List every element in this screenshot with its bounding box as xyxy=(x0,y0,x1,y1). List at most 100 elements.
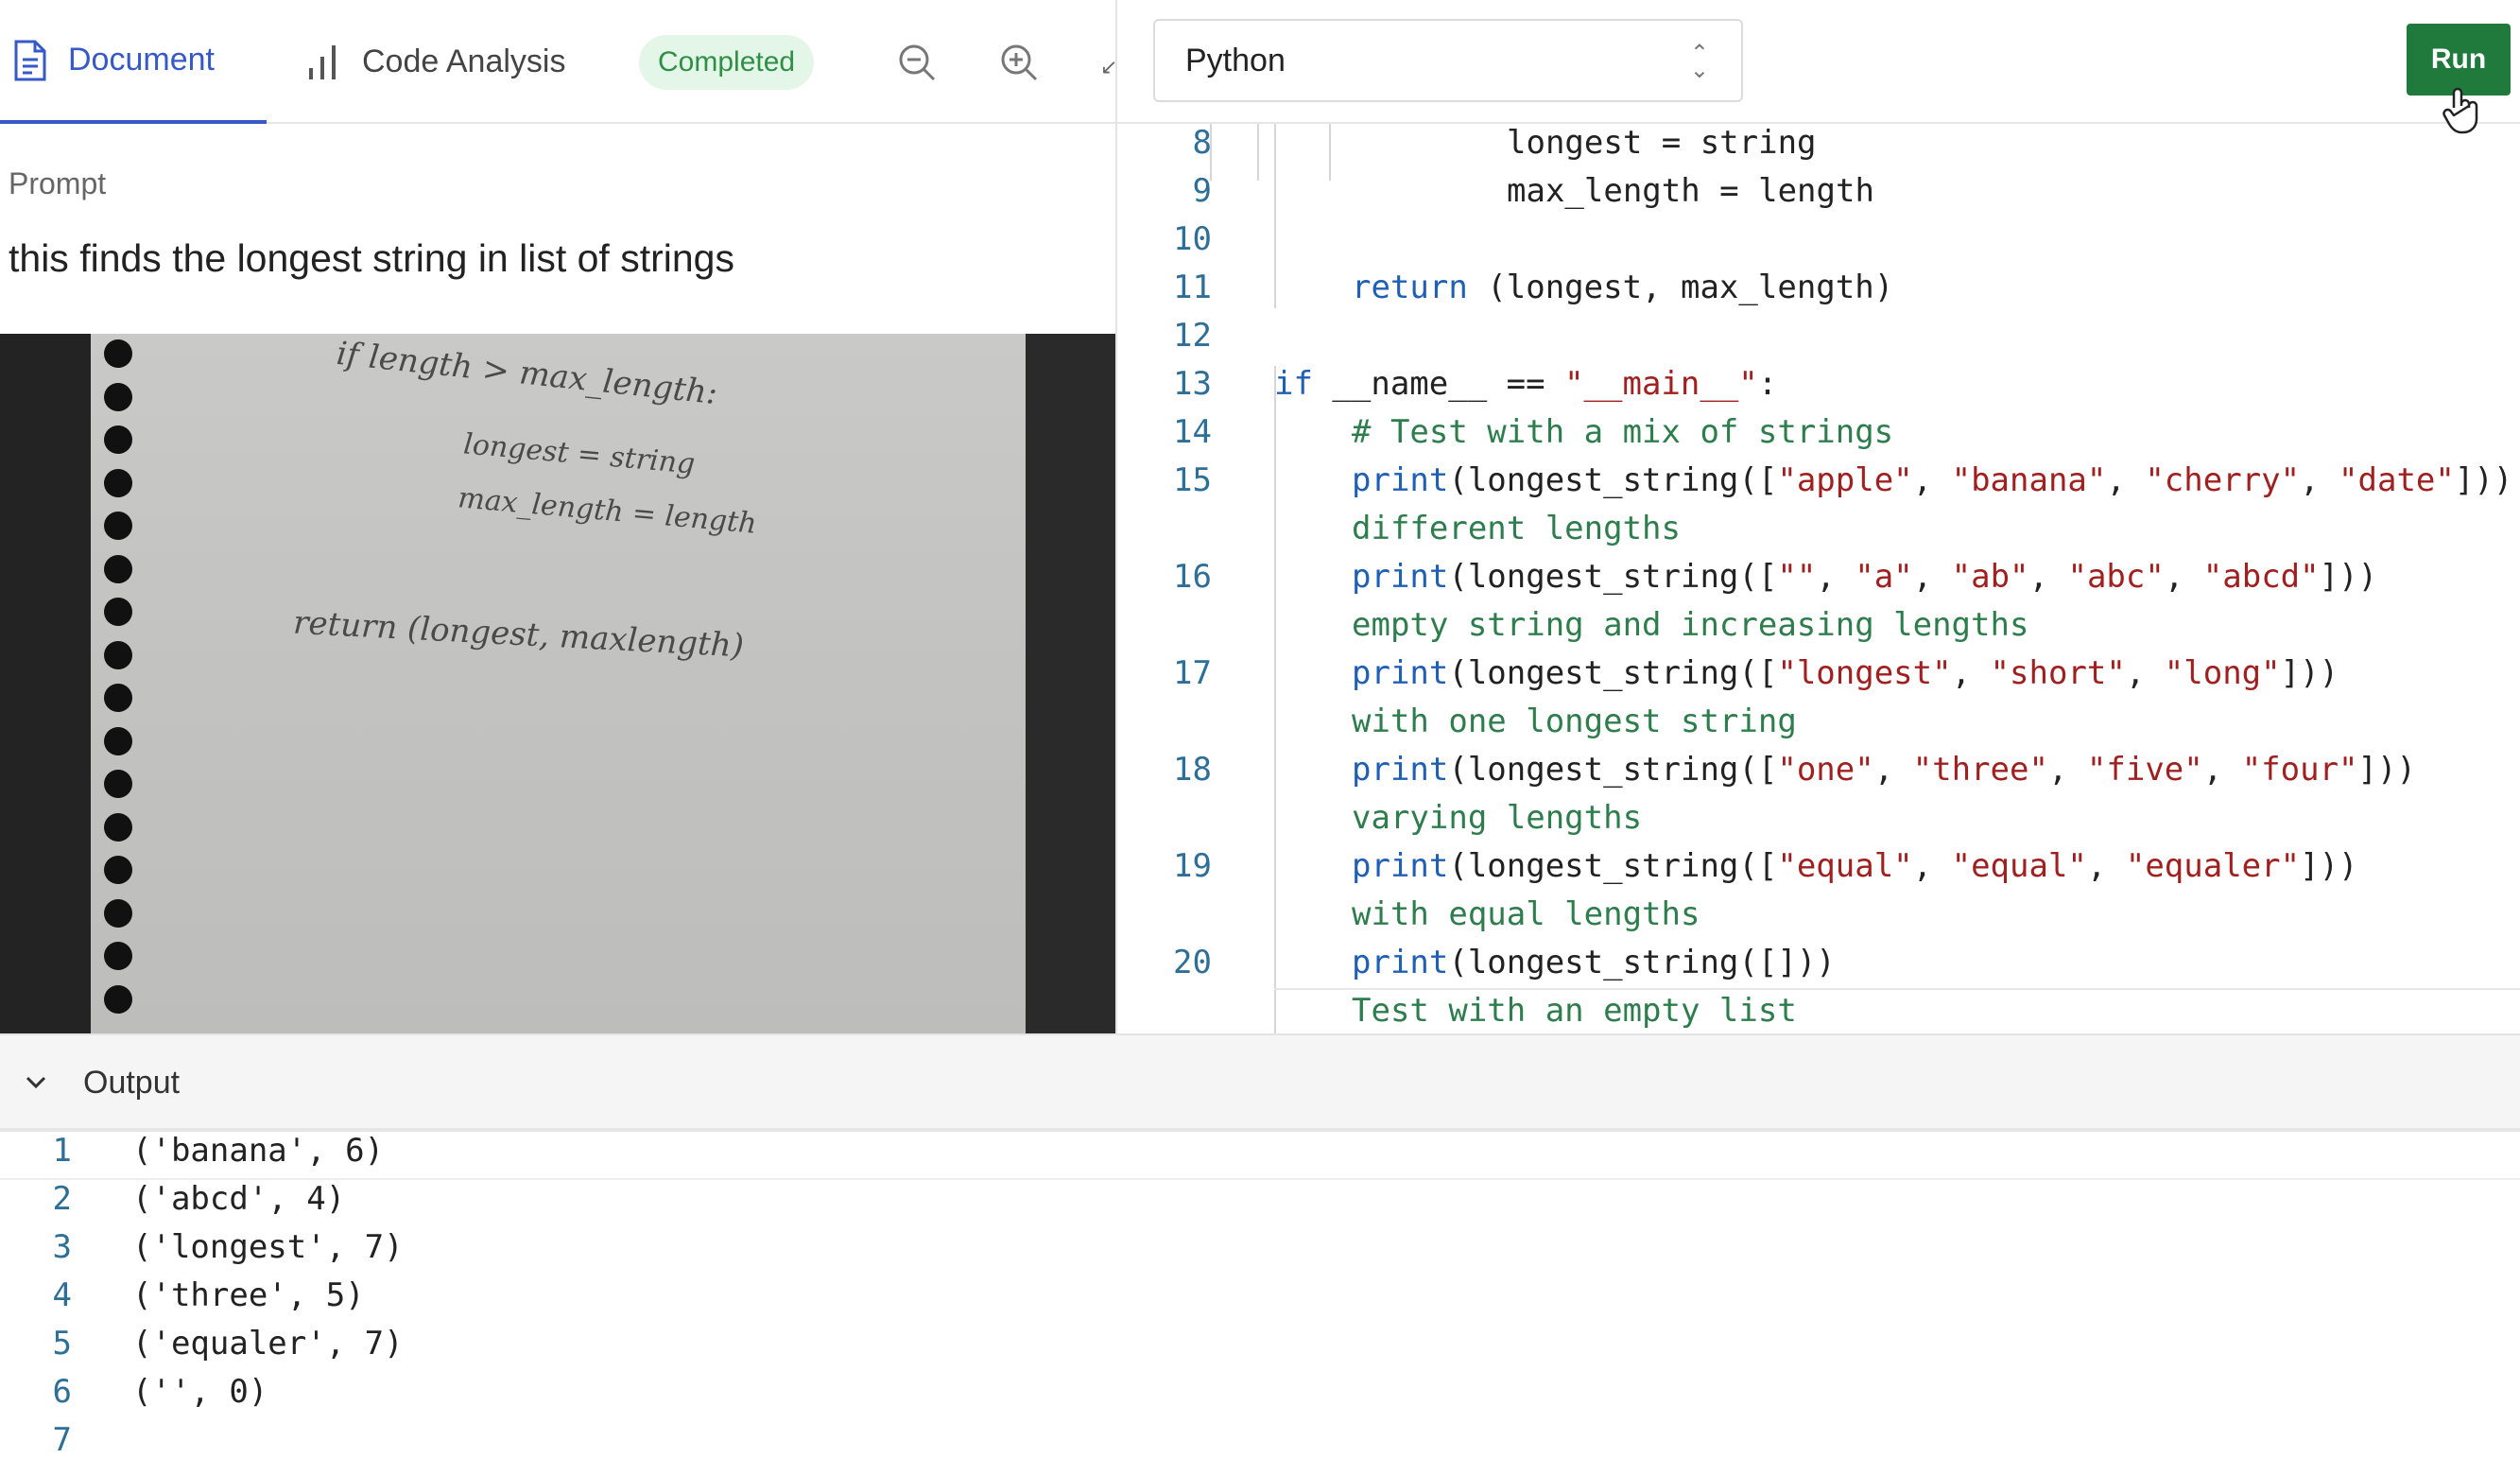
code-token: (longest_string([ xyxy=(1448,558,1778,596)
code-text: varying lengths xyxy=(1352,799,1642,837)
code-token: print xyxy=(1352,558,1449,596)
line-number: 9 xyxy=(1192,172,1212,210)
tab-document[interactable]: Document xyxy=(0,0,267,124)
code-token: max_length = length xyxy=(1507,172,1874,210)
code-token: ])) xyxy=(2454,461,2513,499)
output-console: 1 ('banana', 6) 2 ('abcd', 4) 3 ('longest', 7… xyxy=(0,1132,2520,1475)
output-line-number: 7 xyxy=(52,1421,72,1459)
code-token: ])) xyxy=(2300,847,2358,885)
code-token: (longest, max_length) xyxy=(1467,269,1894,306)
background-desk xyxy=(1026,334,1115,1033)
output-line-number: 2 xyxy=(52,1180,72,1218)
code-token: , xyxy=(2202,751,2242,789)
code-text: empty string and increasing lengths xyxy=(1352,606,2028,644)
spiral-hole xyxy=(104,812,132,842)
output-line: 5 ('equaler', 7) xyxy=(0,1325,2520,1373)
line-number: 13 xyxy=(1173,365,1212,403)
spiral-hole xyxy=(104,684,132,712)
output-line-number: 3 xyxy=(52,1228,72,1266)
spiral-hole xyxy=(104,512,132,540)
code-token: "apple" xyxy=(1777,461,1913,499)
line-number: 20 xyxy=(1173,944,1212,981)
line-number: 19 xyxy=(1173,847,1212,885)
output-line: 4 ('three', 5) xyxy=(0,1276,2520,1325)
code-line: different lengths xyxy=(1117,510,2520,558)
current-line-highlight xyxy=(1274,988,2520,990)
code-token: , xyxy=(2086,847,2126,885)
code-text: print(longest_string(["", "a", "ab", "ab… xyxy=(1352,558,2377,596)
code-token: ])) xyxy=(2280,654,2339,692)
code-token: "" xyxy=(1777,558,1817,596)
spiral-hole xyxy=(104,339,132,368)
code-text: with one longest string xyxy=(1352,703,1797,740)
output-line-number: 5 xyxy=(52,1325,72,1362)
code-token: "long" xyxy=(2164,654,2281,692)
spiral-hole xyxy=(104,856,132,884)
output-line-text: ('abcd', 4) xyxy=(132,1180,346,1218)
code-token: print xyxy=(1352,944,1449,981)
output-line: 6 ('', 0) xyxy=(0,1373,2520,1421)
code-token: __name__ == xyxy=(1312,365,1565,403)
code-line: 20 print(longest_string([])) xyxy=(1117,944,2520,992)
code-token: , xyxy=(1912,558,1952,596)
code-token: print xyxy=(1352,847,1449,885)
code-token: , xyxy=(1816,558,1855,596)
zoom-out-icon[interactable] xyxy=(896,42,938,83)
code-line: 14 # Test with a mix of strings xyxy=(1117,413,2520,461)
spiral-hole xyxy=(104,726,132,755)
code-token: (longest_string([ xyxy=(1448,654,1778,692)
spiral-hole xyxy=(104,942,132,970)
code-token: "longest" xyxy=(1777,654,1952,692)
code-token: , xyxy=(2047,751,2087,789)
document-icon xyxy=(14,40,46,80)
spiral-hole xyxy=(104,554,132,583)
code-editor[interactable]: 8 longest = string 9 max_length = length 10 1… xyxy=(1117,124,2520,1033)
code-token: "equal" xyxy=(1777,847,1913,885)
code-text: max_length = length xyxy=(1507,172,1874,210)
code-token: , xyxy=(1873,751,1913,789)
chevron-down-icon[interactable] xyxy=(21,1067,51,1098)
output-line: 7 xyxy=(0,1421,2520,1469)
output-line-text: ('three', 5) xyxy=(132,1276,365,1314)
line-number: 15 xyxy=(1173,461,1212,499)
language-select-value: Python xyxy=(1185,42,1286,78)
code-token: varying lengths xyxy=(1352,799,1643,837)
run-button[interactable]: Run xyxy=(2407,24,2511,95)
code-token: "cherry" xyxy=(2145,461,2301,499)
code-token: "four" xyxy=(2241,751,2358,789)
output-line: 3 ('longest', 7) xyxy=(0,1228,2520,1276)
code-token: , xyxy=(2125,654,2165,692)
code-token: (longest_string([])) xyxy=(1448,944,1836,981)
code-token: "one" xyxy=(1777,751,1874,789)
spiral-hole xyxy=(104,984,132,1014)
code-token: , xyxy=(1912,847,1952,885)
code-token: , xyxy=(2164,558,2203,596)
code-token: (longest_string([ xyxy=(1448,847,1778,885)
document-pane: Document Code Analysis Completed ↙ Promp… xyxy=(0,0,1117,1033)
tab-code-analysis-label: Code Analysis xyxy=(362,43,566,79)
code-line: varying lengths xyxy=(1117,799,2520,847)
code-text: print(longest_string(["one", "three", "f… xyxy=(1352,751,2416,789)
code-token: : xyxy=(1757,365,1778,403)
zoom-in-icon[interactable] xyxy=(998,42,1040,83)
code-token: different lengths xyxy=(1352,510,1681,547)
code-token: , xyxy=(1912,461,1952,499)
code-text: print(longest_string(["equal", "equal", … xyxy=(1352,847,2358,885)
code-token: print xyxy=(1352,654,1449,692)
spiral-hole xyxy=(104,770,132,798)
code-token: print xyxy=(1352,461,1449,499)
output-header[interactable]: Output xyxy=(0,1033,2520,1132)
code-line: 10 xyxy=(1117,220,2520,269)
code-token: "ab" xyxy=(1951,558,2029,596)
output-title: Output xyxy=(83,1065,181,1101)
language-select[interactable]: Python ⌃ ⌄ xyxy=(1153,19,1743,102)
code-line: with equal lengths xyxy=(1117,895,2520,944)
line-number: 14 xyxy=(1173,413,1212,451)
code-token: , xyxy=(1951,654,1991,692)
tab-code-analysis[interactable]: Code Analysis xyxy=(305,0,565,124)
code-token: longest = string xyxy=(1507,124,1817,162)
code-line: Test with an empty list xyxy=(1117,992,2520,1033)
code-token: , xyxy=(2300,461,2339,499)
code-token: if xyxy=(1274,365,1313,403)
editor-toolbar: Python ⌃ ⌄ Run xyxy=(1117,0,2520,134)
